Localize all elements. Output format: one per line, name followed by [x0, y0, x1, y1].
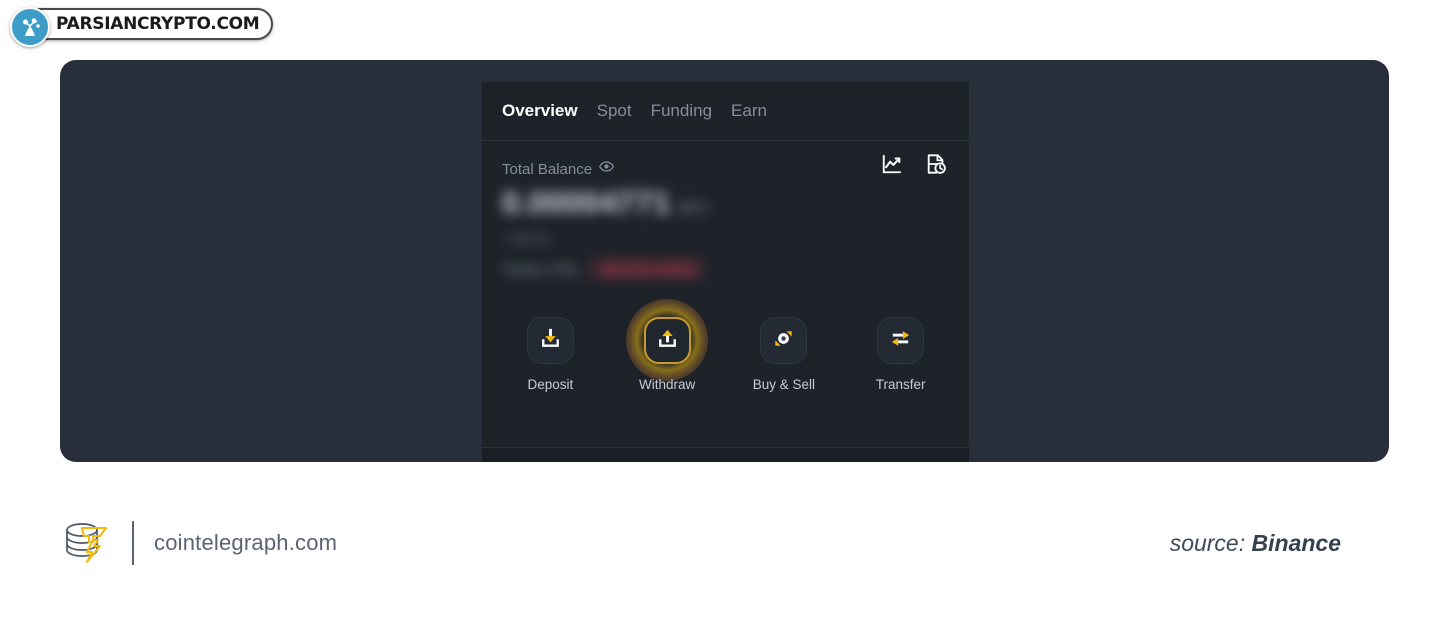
balance-fiat-value: ≈ $4.53: [502, 230, 549, 246]
page-footer: cointelegraph.com source: Binance: [60, 505, 1389, 581]
action-deposit[interactable]: Deposit: [492, 317, 609, 421]
pnl-label: Today's PNL: [502, 261, 581, 277]
eye-visible-icon[interactable]: [599, 159, 614, 179]
pnl-value: -$0.02(-0.44%): [590, 258, 704, 280]
cointelegraph-url[interactable]: cointelegraph.com: [154, 530, 337, 556]
parsiancrypto-logo-icon: [10, 7, 50, 47]
transfer-label: Transfer: [875, 377, 926, 392]
buy-sell-button[interactable]: [760, 317, 808, 364]
buy-sell-convert-icon: [771, 326, 796, 356]
todays-pnl-row: Today's PNL -$0.02(-0.44%): [502, 258, 947, 280]
source-name: Binance: [1251, 529, 1341, 556]
deposit-label: Deposit: [527, 377, 574, 392]
withdraw-arrow-up-icon: [655, 326, 680, 356]
tab-earn[interactable]: Earn: [731, 101, 767, 121]
binance-wallet-card: Overview Spot Funding Earn Total Balance: [482, 82, 969, 462]
cointelegraph-coins-bolt-icon: [60, 516, 112, 571]
tab-spot[interactable]: Spot: [597, 101, 632, 121]
balance-unit[interactable]: BTC: [679, 200, 709, 217]
withdraw-button[interactable]: [643, 317, 691, 364]
card-bottom-divider: [482, 447, 969, 462]
balance-amount: 0.00004771: [502, 185, 671, 220]
total-balance-section: Total Balance 0.00004771 BTC ≈ $4.53 Tod…: [482, 141, 969, 309]
footer-divider: [132, 521, 134, 565]
buy-sell-label: Buy & Sell: [752, 377, 816, 392]
balance-header-icons: [881, 153, 947, 180]
deposit-arrow-down-icon: [538, 326, 563, 356]
transfer-button[interactable]: [877, 317, 925, 364]
deposit-button[interactable]: [526, 317, 574, 364]
wallet-tabbar: Overview Spot Funding Earn: [482, 82, 969, 141]
cointelegraph-brand: cointelegraph.com: [60, 516, 337, 571]
action-transfer[interactable]: Transfer: [842, 317, 959, 421]
watermark-text: PARSIANCRYPTO.COM: [56, 14, 260, 34]
screenshot-panel: Overview Spot Funding Earn Total Balance: [60, 60, 1389, 462]
balance-amount-row: 0.00004771 BTC: [502, 185, 947, 221]
action-buy-sell[interactable]: Buy & Sell: [726, 317, 843, 421]
action-withdraw[interactable]: Withdraw: [609, 317, 726, 421]
parsiancrypto-watermark: PARSIANCRYPTO.COM: [10, 6, 274, 47]
wallet-actions: Deposit Withdraw Buy & Sell Transfer: [482, 309, 969, 421]
watermark-pill: PARSIANCRYPTO.COM: [24, 8, 274, 40]
tab-overview[interactable]: Overview: [502, 101, 578, 121]
tab-funding[interactable]: Funding: [651, 101, 712, 121]
total-balance-label: Total Balance: [502, 160, 593, 178]
withdraw-label: Withdraw: [638, 377, 696, 392]
source-attribution: source: Binance: [1170, 530, 1341, 557]
transfer-arrows-icon: [888, 326, 913, 356]
source-prefix: source:: [1169, 529, 1246, 556]
analytics-chart-icon[interactable]: [881, 153, 903, 180]
transaction-history-icon[interactable]: [925, 153, 947, 180]
